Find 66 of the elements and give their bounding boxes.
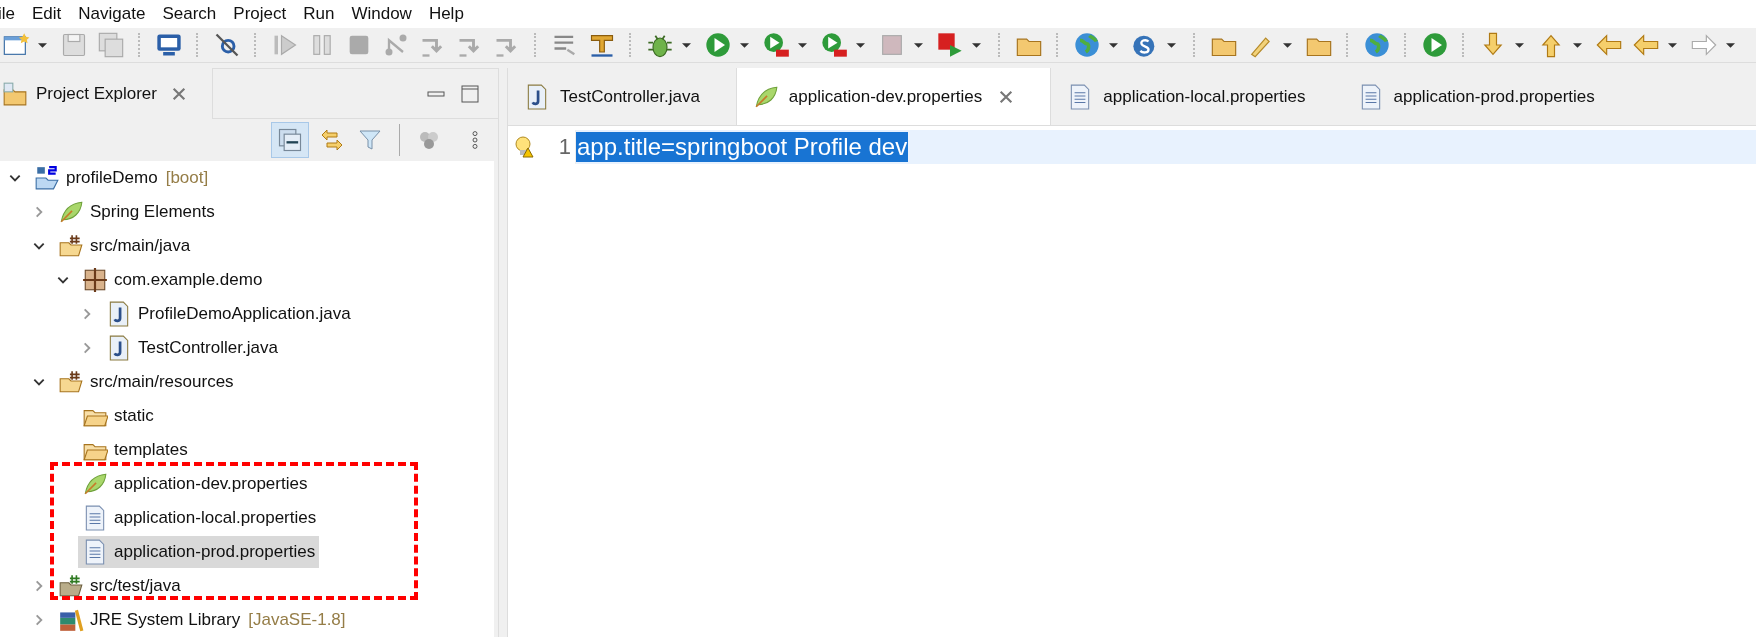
menu-item[interactable]: Navigate xyxy=(78,4,146,24)
test-folder-icon xyxy=(58,573,84,599)
dropdown-caret-icon[interactable] xyxy=(914,40,923,50)
tree-item[interactable]: application-local.properties xyxy=(78,502,321,534)
menu-item[interactable]: Run xyxy=(303,4,335,24)
source-folder-icon xyxy=(58,233,84,259)
tree-item[interactable]: application-dev.properties xyxy=(78,468,312,500)
warning-bulb-icon[interactable] xyxy=(514,135,534,159)
editor-tab[interactable]: application-prod.properties xyxy=(1341,68,1631,125)
tree-item[interactable]: ProfileDemoApplication.java xyxy=(102,298,355,330)
project-explorer-tab[interactable]: Project Explorer xyxy=(0,68,212,120)
dropdown-caret-icon[interactable] xyxy=(1573,40,1582,50)
tree-item[interactable]: src/test/java xyxy=(54,570,185,602)
save-all-icon[interactable] xyxy=(97,31,125,59)
dropdown-caret-icon[interactable] xyxy=(682,40,691,50)
tree-item[interactable]: templates xyxy=(78,434,192,466)
dropdown-caret-icon[interactable] xyxy=(1726,40,1735,50)
dropdown-caret-icon[interactable] xyxy=(1515,40,1524,50)
save-icon[interactable] xyxy=(60,31,88,59)
editor-tab[interactable]: application-dev.properties xyxy=(735,68,1052,125)
collapse-all-icon[interactable] xyxy=(271,122,309,159)
tree-item[interactable]: src/main/java xyxy=(54,230,195,262)
project-icon xyxy=(34,165,60,191)
editor-tab[interactable]: TestController.java xyxy=(508,68,736,125)
skip-breakpoints-icon[interactable] xyxy=(213,31,241,59)
menu-item[interactable]: Window xyxy=(351,4,412,24)
run-coverage-icon[interactable] xyxy=(762,31,790,59)
maximize-icon[interactable] xyxy=(460,83,480,104)
dropdown-caret-icon[interactable] xyxy=(38,40,47,50)
menu-item[interactable]: Edit xyxy=(32,4,62,24)
dropdown-caret-icon[interactable] xyxy=(1167,40,1176,50)
close-icon[interactable] xyxy=(170,85,187,102)
code-text: app.title=springboot Profile dev xyxy=(576,132,909,162)
tree-item[interactable]: JRE System Library [JavaSE-1.8] xyxy=(54,604,350,636)
dropdown-caret-icon[interactable] xyxy=(1668,40,1677,50)
run-tool-icon[interactable] xyxy=(820,31,848,59)
tree-item[interactable]: com.example.demo xyxy=(78,264,267,296)
package-icon xyxy=(82,267,108,293)
dropdown-caret-icon[interactable] xyxy=(972,40,981,50)
globe-icon[interactable] xyxy=(1363,31,1391,59)
dropdown-caret-icon[interactable] xyxy=(856,40,865,50)
tree-item[interactable]: src/main/resources xyxy=(54,366,238,398)
run-icon[interactable] xyxy=(704,31,732,59)
editor-tab[interactable]: application-local.properties xyxy=(1051,68,1342,125)
menu-item[interactable]: Search xyxy=(162,4,217,24)
menu-item[interactable]: Project xyxy=(233,4,287,24)
tree-item[interactable]: TestController.java xyxy=(102,332,282,364)
menu-item[interactable]: ile xyxy=(0,4,15,24)
web-run-icon[interactable] xyxy=(1421,31,1449,59)
close-icon[interactable] xyxy=(998,88,1015,105)
dropdown-caret-icon[interactable] xyxy=(1283,40,1292,50)
menu-item[interactable]: Help xyxy=(428,4,464,24)
spring-icon xyxy=(82,471,108,497)
tree-item[interactable]: profileDemo [boot] xyxy=(30,162,213,194)
tree-item[interactable]: application-prod.properties xyxy=(78,536,320,568)
tree-item[interactable]: Spring Elements xyxy=(54,196,219,228)
line-number: 1 xyxy=(558,134,571,160)
library-icon xyxy=(58,607,84,633)
folder-icon xyxy=(2,80,28,107)
tree-item[interactable]: static xyxy=(78,400,158,432)
spring-icon xyxy=(58,199,84,225)
dropdown-caret-icon[interactable] xyxy=(798,40,807,50)
square-play-icon[interactable] xyxy=(936,31,964,59)
dropdown-caret-icon[interactable] xyxy=(740,40,749,50)
source-folder-icon xyxy=(58,369,84,395)
dropdown-caret-icon[interactable] xyxy=(1109,40,1118,50)
